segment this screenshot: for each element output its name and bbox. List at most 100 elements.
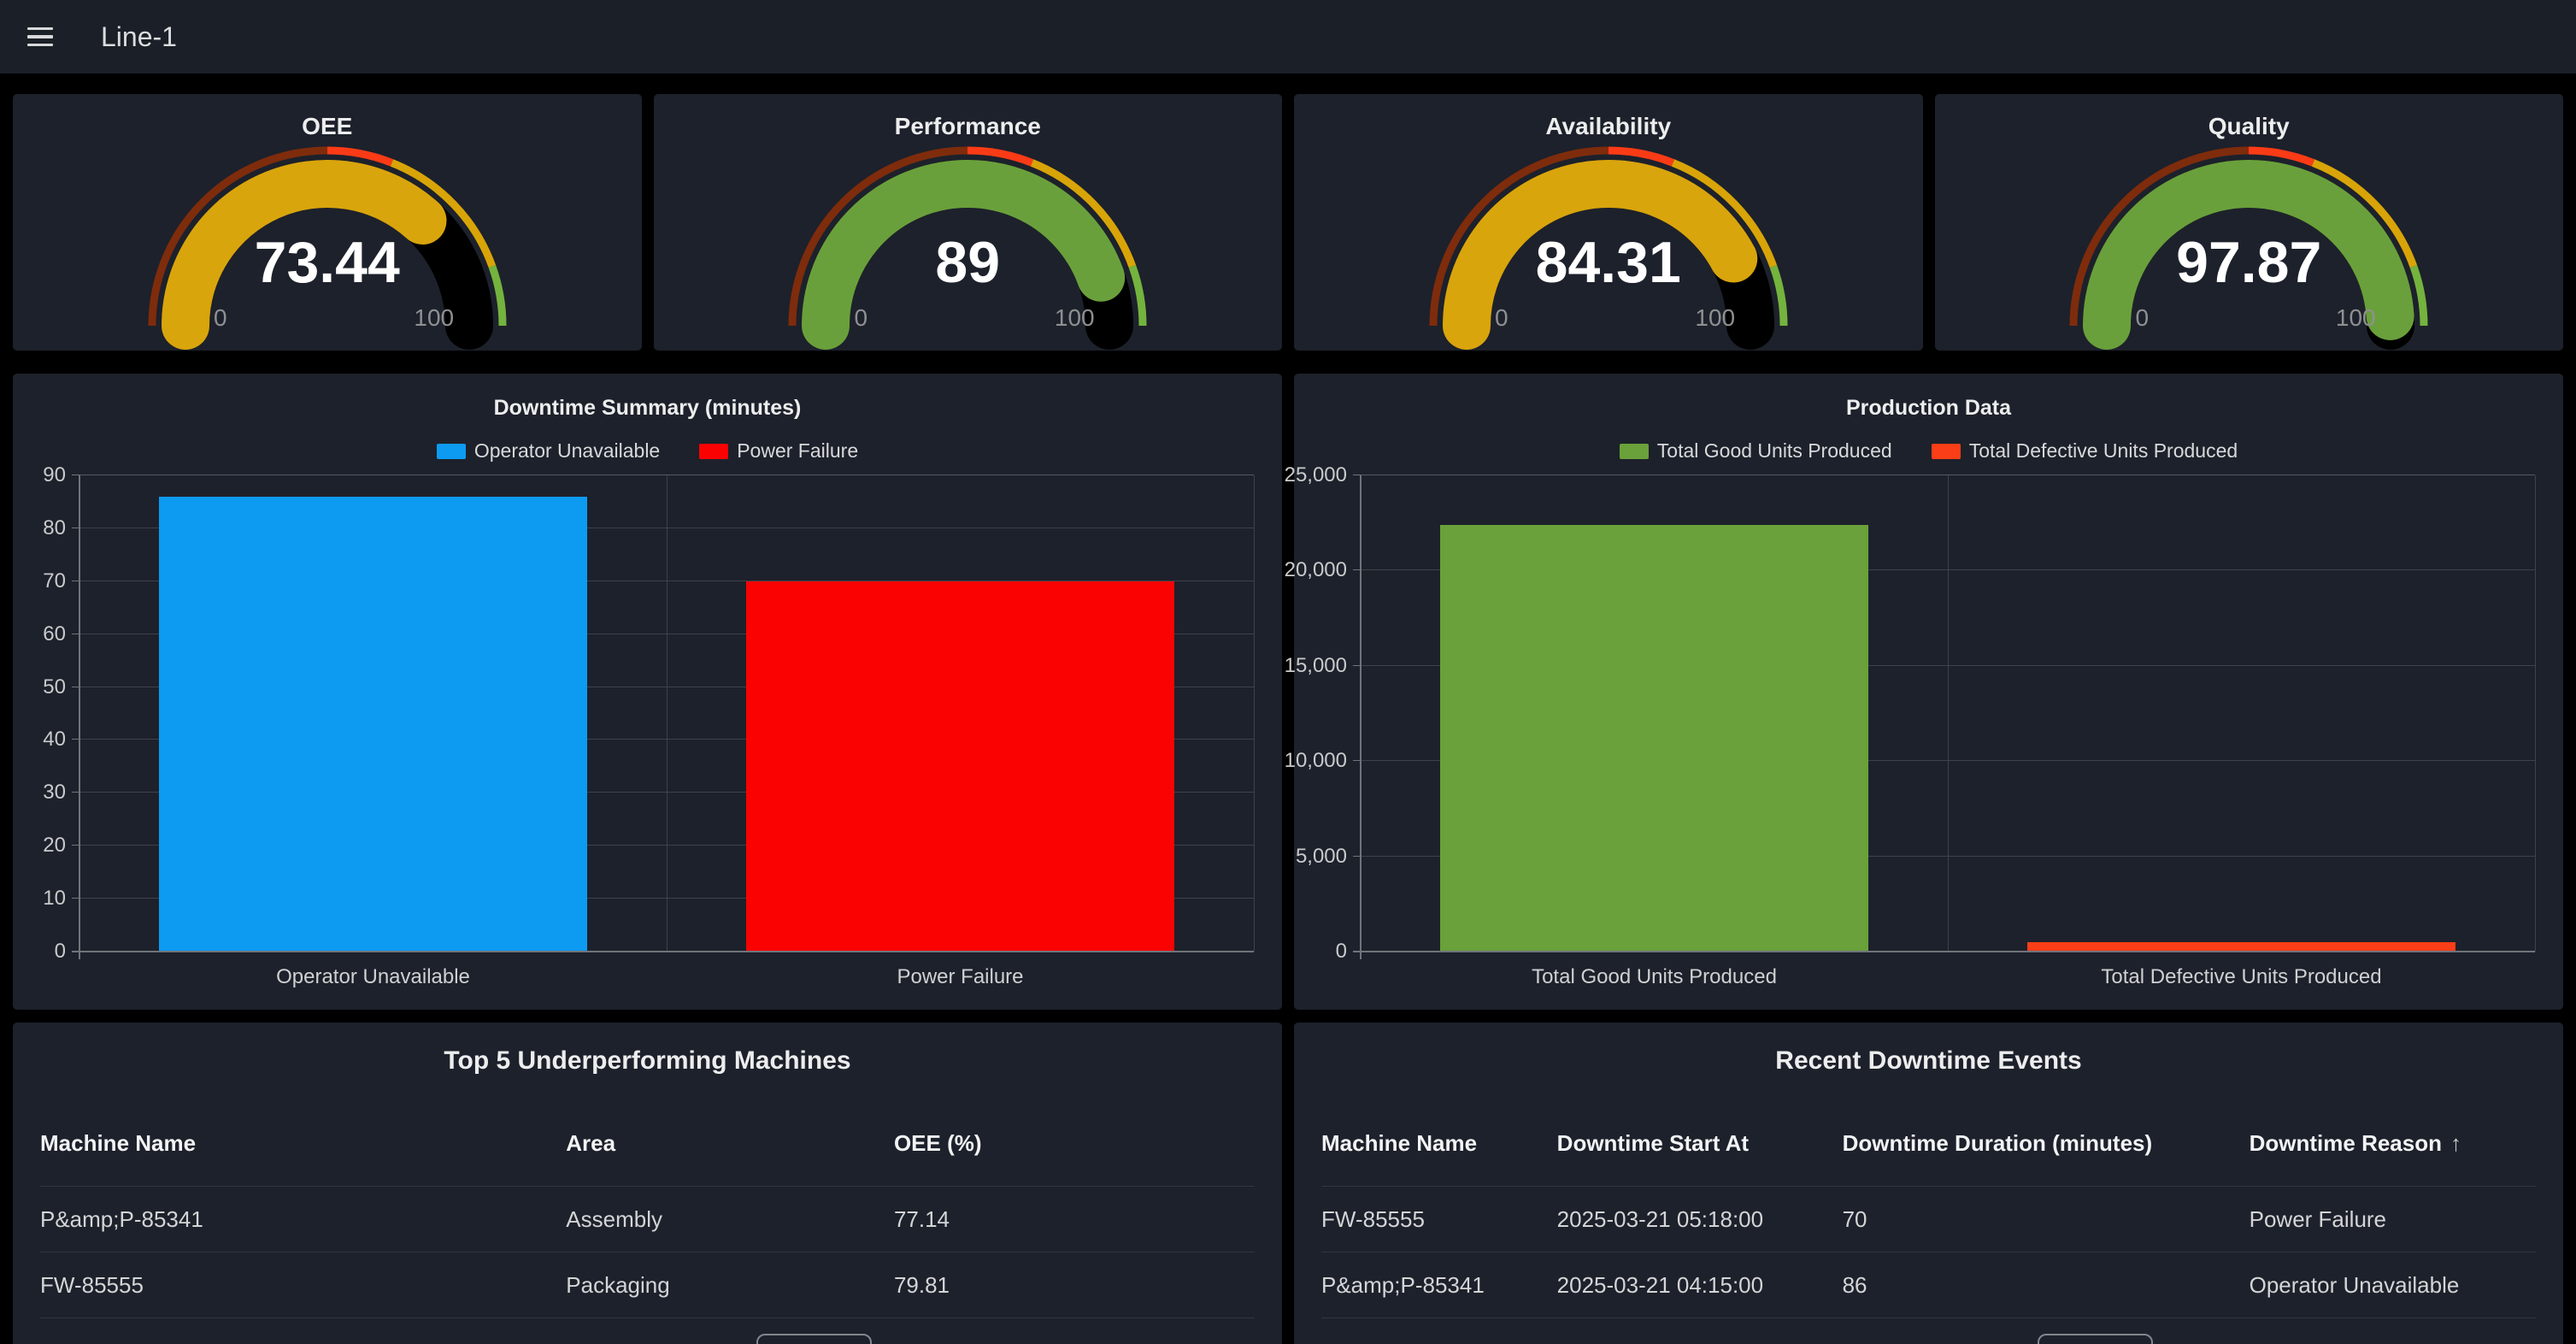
pagination-button[interactable] bbox=[2038, 1334, 2153, 1344]
y-axis-tick-label: 60 bbox=[43, 622, 66, 646]
table-cell: Operator Unavailable bbox=[2250, 1272, 2536, 1299]
production-data-chart-panel: Production Data Total Good Units Produce… bbox=[1294, 374, 2563, 1010]
gauge-value: 84.31 bbox=[1420, 229, 1797, 296]
legend-item[interactable]: Power Failure bbox=[699, 439, 858, 463]
column-header[interactable]: Downtime Duration (minutes) bbox=[1843, 1130, 2250, 1157]
y-axis-tick-label: 20 bbox=[43, 834, 66, 858]
category-divider-line bbox=[1254, 475, 1255, 952]
gauge-max-label: 100 bbox=[2336, 304, 2376, 332]
gauge-value: 97.87 bbox=[2061, 229, 2437, 296]
panel-title: Quality bbox=[1935, 113, 2564, 140]
downtime-summary-chart-panel: Downtime Summary (minutes) Operator Unav… bbox=[13, 374, 1282, 1010]
x-axis-category-label: Power Failure bbox=[897, 965, 1023, 989]
category-divider-line bbox=[667, 475, 668, 952]
column-header-label: OEE (%) bbox=[894, 1130, 982, 1156]
table-cell: 70 bbox=[1843, 1206, 2250, 1233]
y-axis-tick-label: 40 bbox=[43, 728, 66, 752]
legend-label: Power Failure bbox=[737, 439, 858, 463]
column-header[interactable]: Machine Name bbox=[40, 1130, 566, 1157]
data-table: Machine Name Area OEE (%) P&amp;P-85341Asse… bbox=[40, 1130, 1255, 1318]
gauge-value: 73.44 bbox=[139, 229, 515, 296]
gauge: 84.31 0 100 bbox=[1420, 142, 1797, 356]
y-axis-tick-label: 70 bbox=[43, 569, 66, 593]
y-axis-tick-label: 20,000 bbox=[1285, 558, 1347, 582]
table-cell: 79.81 bbox=[894, 1272, 1255, 1299]
y-axis-tick-label: 30 bbox=[43, 781, 66, 805]
table-cell: 2025-03-21 04:15:00 bbox=[1557, 1272, 1843, 1299]
table-cell: Assembly bbox=[566, 1206, 894, 1233]
gauge-max-label: 100 bbox=[1695, 304, 1735, 332]
tables-row: Top 5 Underperforming Machines Machine N… bbox=[13, 1023, 2563, 1344]
legend-item[interactable]: Total Defective Units Produced bbox=[1932, 439, 2238, 463]
charts-row: Downtime Summary (minutes) Operator Unav… bbox=[13, 374, 2563, 1010]
column-header[interactable]: Downtime Start At bbox=[1557, 1130, 1843, 1157]
dashboard-grid: OEE 73.44 0 100 Performance 89 0 100 Ava… bbox=[0, 74, 2576, 1344]
table-cell: FW-85555 bbox=[40, 1272, 566, 1299]
table-header-row: Machine Name Downtime Start At Downtime Du… bbox=[1321, 1130, 2536, 1187]
legend-swatch-icon bbox=[1932, 444, 1961, 459]
legend-item[interactable]: Operator Unavailable bbox=[437, 439, 660, 463]
gauges-row: OEE 73.44 0 100 Performance 89 0 100 Ava… bbox=[13, 94, 2563, 351]
column-header-label: Downtime Reason bbox=[2250, 1130, 2442, 1156]
y-axis-tick-label: 10 bbox=[43, 887, 66, 911]
bar-chart-plot: 0102030405060708090Operator UnavailableP… bbox=[79, 475, 1254, 952]
bar-chart-plot: 05,00010,00015,00020,00025,000Total Good… bbox=[1361, 475, 2535, 952]
gauge-min-label: 0 bbox=[2135, 304, 2149, 332]
table-row: FW-855552025-03-21 05:18:0070Power Failu… bbox=[1321, 1187, 2536, 1253]
data-table: Machine Name Downtime Start At Downtime Du… bbox=[1321, 1130, 2536, 1318]
pagination-button[interactable] bbox=[756, 1334, 872, 1344]
bar-1[interactable] bbox=[159, 497, 586, 952]
legend-swatch-icon bbox=[1620, 444, 1649, 459]
y-axis-tick-label: 80 bbox=[43, 516, 66, 540]
panel-title: Top 5 Underperforming Machines bbox=[13, 1046, 1282, 1076]
legend-item[interactable]: Total Good Units Produced bbox=[1620, 439, 1892, 463]
column-header[interactable]: OEE (%) bbox=[894, 1130, 1255, 1157]
y-axis-tick-label: 10,000 bbox=[1285, 749, 1347, 773]
gauge: 97.87 0 100 bbox=[2061, 142, 2437, 356]
column-header-label: Machine Name bbox=[1321, 1130, 1477, 1156]
gauge: 89 0 100 bbox=[779, 142, 1156, 356]
x-axis-category-label: Total Good Units Produced bbox=[1532, 965, 1777, 989]
column-header-label: Downtime Duration (minutes) bbox=[1843, 1130, 2153, 1156]
table-row: FW-85555Packaging79.81 bbox=[40, 1253, 1255, 1318]
y-axis-line bbox=[79, 475, 80, 959]
column-header[interactable]: Downtime Reason ↑ bbox=[2250, 1130, 2536, 1157]
y-axis-tick-label: 15,000 bbox=[1285, 654, 1347, 678]
gauge: 73.44 0 100 bbox=[139, 142, 515, 356]
table-cell: 86 bbox=[1843, 1272, 2250, 1299]
y-axis-tick-label: 50 bbox=[43, 675, 66, 699]
gauge-min-label: 0 bbox=[854, 304, 867, 332]
gauge-max-label: 100 bbox=[414, 304, 454, 332]
dashboard-title: Line-1 bbox=[101, 21, 177, 53]
sort-ascending-icon: ↑ bbox=[2450, 1130, 2461, 1156]
table-cell: P&amp;P-85341 bbox=[1321, 1272, 1557, 1299]
gauge-max-label: 100 bbox=[1055, 304, 1095, 332]
table-cell: 77.14 bbox=[894, 1206, 1255, 1233]
menu-toggle-button[interactable] bbox=[19, 15, 62, 59]
gauge-panel-oee: OEE 73.44 0 100 bbox=[13, 94, 642, 351]
category-divider-line bbox=[2535, 475, 2536, 952]
legend-swatch-icon bbox=[437, 444, 466, 459]
y-axis-tick-label: 0 bbox=[1336, 940, 1347, 964]
panel-title: Performance bbox=[654, 113, 1283, 140]
x-axis-category-label: Total Defective Units Produced bbox=[2101, 965, 2381, 989]
category-divider-line bbox=[1948, 475, 1949, 952]
legend-label: Total Defective Units Produced bbox=[1969, 439, 2238, 463]
hamburger-menu-icon bbox=[27, 27, 53, 47]
y-axis-tick-label: 0 bbox=[55, 940, 66, 964]
column-header[interactable]: Machine Name bbox=[1321, 1130, 1557, 1157]
column-header-label: Machine Name bbox=[40, 1130, 196, 1156]
column-header-label: Downtime Start At bbox=[1557, 1130, 1749, 1156]
column-header[interactable]: Area bbox=[566, 1130, 894, 1157]
gauge-panel-quality: Quality 97.87 0 100 bbox=[1935, 94, 2564, 351]
table-cell: Packaging bbox=[566, 1272, 894, 1299]
table-cell: P&amp;P-85341 bbox=[40, 1206, 566, 1233]
table-cell: FW-85555 bbox=[1321, 1206, 1557, 1233]
gauge-panel-availability: Availability 84.31 0 100 bbox=[1294, 94, 1923, 351]
bar-2[interactable] bbox=[746, 581, 1173, 952]
bar-1[interactable] bbox=[1440, 525, 1867, 952]
column-header-label: Area bbox=[566, 1130, 615, 1156]
panel-title: Recent Downtime Events bbox=[1294, 1046, 2563, 1076]
top-navigation-bar: Line-1 bbox=[0, 0, 2576, 74]
legend-swatch-icon bbox=[699, 444, 728, 459]
